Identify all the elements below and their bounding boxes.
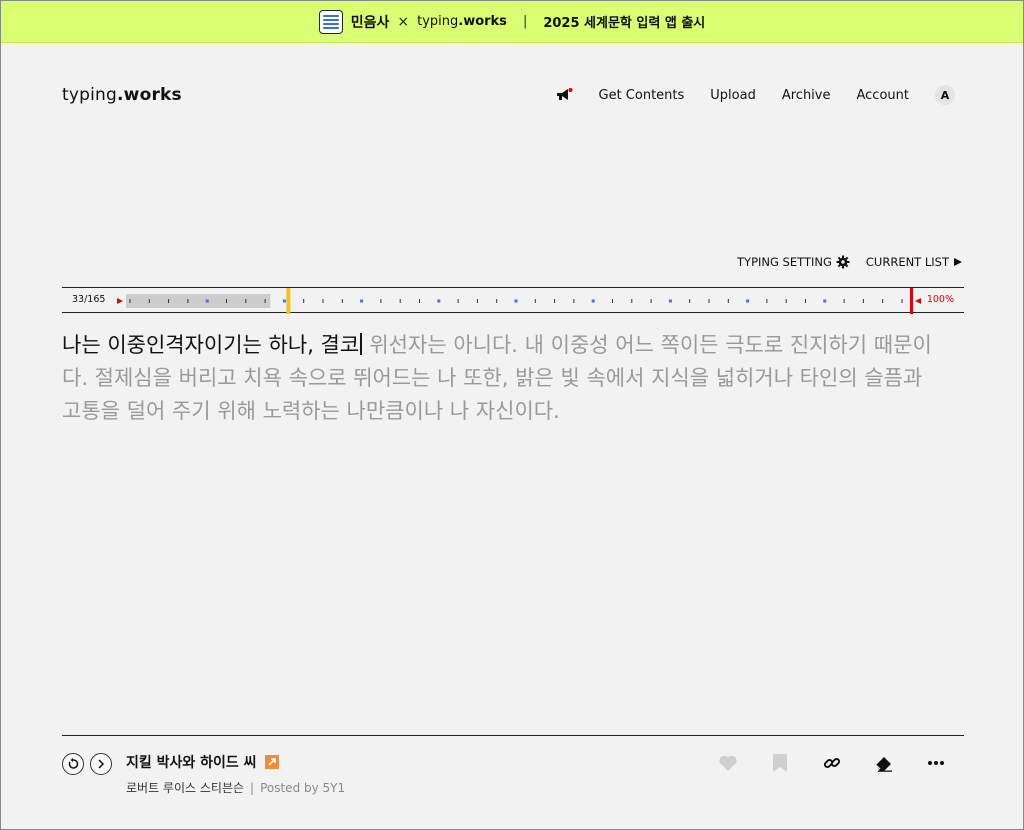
bookmark-icon <box>773 754 787 772</box>
eraser-icon <box>875 757 892 772</box>
nav-get-contents[interactable]: Get Contents <box>599 88 685 103</box>
current-position-marker <box>286 288 291 314</box>
track-tick-major <box>514 299 518 303</box>
track-tick <box>129 299 131 303</box>
book-footer: 지킬 박사와 하이드 씨 로버트 루이스 스티븐슨 | Posted by 5Y1 <box>62 749 964 809</box>
book-title-text: 지킬 박사와 하이드 씨 <box>126 755 257 771</box>
track-tick <box>785 299 787 303</box>
gear-icon <box>836 255 850 269</box>
nav-archive[interactable]: Archive <box>782 88 831 103</box>
site-logo[interactable]: typing.works <box>62 85 182 105</box>
track-tick <box>534 299 536 303</box>
times-sign: × <box>397 13 410 30</box>
track-tick-major <box>205 299 209 303</box>
book-meta: 로버트 루이스 스티븐슨 | Posted by 5Y1 <box>126 779 345 796</box>
banner-separator: | <box>522 14 528 29</box>
typing-setting-button[interactable]: TYPING SETTING <box>737 255 850 269</box>
track-tick <box>727 299 729 303</box>
track-tick-major <box>823 299 827 303</box>
progress-ticks <box>117 288 921 314</box>
track-tick-major <box>668 299 672 303</box>
end-arrow-icon <box>915 298 921 304</box>
book-author: 로버트 루이스 스티븐슨 <box>126 781 245 795</box>
typed-progress-fill <box>126 294 271 308</box>
track-tick <box>380 299 382 303</box>
track-tick <box>399 299 401 303</box>
partner-logo-icon <box>318 9 343 34</box>
track-tick <box>573 299 575 303</box>
track-tick <box>689 299 691 303</box>
link-button[interactable] <box>820 751 844 775</box>
typing-toolbar: TYPING SETTING CURRENT LIST <box>737 255 963 269</box>
track-tick-major <box>360 299 364 303</box>
banner-promo-text: 2025 세계문학 입력 앱 출시 <box>543 16 706 31</box>
track-tick-major <box>437 299 441 303</box>
book-title[interactable]: 지킬 박사와 하이드 씨 <box>126 752 279 772</box>
track-tick <box>226 299 227 303</box>
text-caret <box>360 333 362 355</box>
track-tick <box>148 299 150 303</box>
track-tick <box>457 299 459 303</box>
track-tick <box>708 299 710 303</box>
main-nav: Get Contents Upload Archive Account A <box>555 85 955 105</box>
external-link-icon[interactable] <box>264 755 279 769</box>
meta-separator: | <box>250 781 255 795</box>
posted-by: Posted by 5Y1 <box>260 781 346 795</box>
current-list-button[interactable]: CURRENT LIST <box>866 255 963 269</box>
track-tick-major <box>591 299 595 303</box>
track-tick <box>862 299 864 303</box>
end-marker <box>910 288 913 314</box>
bookmark-button[interactable] <box>768 751 792 775</box>
current-list-label: CURRENT LIST <box>865 255 949 269</box>
heart-button[interactable] <box>716 751 740 775</box>
nav-account[interactable]: Account <box>857 88 910 103</box>
track-tick <box>264 299 266 303</box>
track-tick <box>766 299 768 303</box>
track-tick <box>843 299 845 303</box>
avatar[interactable]: A <box>935 85 955 105</box>
track-tick <box>341 299 343 303</box>
chevron-right-icon <box>98 759 105 769</box>
track-tick <box>322 299 324 303</box>
megaphone-icon[interactable] <box>555 87 573 103</box>
typing-setting-label: TYPING SETTING <box>737 255 832 269</box>
heart-icon <box>719 755 737 771</box>
track-tick <box>303 299 305 303</box>
link-icon <box>823 757 841 769</box>
track-tick <box>650 299 652 303</box>
track-tick <box>245 299 247 303</box>
track-tick <box>496 299 498 303</box>
track-tick-major <box>746 299 750 303</box>
restart-button[interactable] <box>62 753 84 775</box>
promo-banner[interactable]: 민음사 × typing.works | 2025 세계문학 입력 앱 출시 <box>1 1 1023 43</box>
track-tick <box>631 299 633 303</box>
track-tick-major <box>282 299 286 303</box>
track-tick <box>476 299 478 303</box>
restart-icon <box>68 758 79 769</box>
progress-percent: 100% <box>926 294 954 305</box>
eraser-button[interactable] <box>872 751 896 775</box>
track-tick <box>168 299 170 303</box>
more-icon <box>928 761 944 765</box>
track-tick <box>554 299 556 303</box>
progress-track[interactable]: 33/165 100% <box>62 287 964 314</box>
track-tick <box>901 299 903 303</box>
nav-upload[interactable]: Upload <box>710 88 756 103</box>
footer-divider <box>62 735 964 736</box>
typing-text-area[interactable]: 나는 이중인격자이기는 하나, 결코 위선자는 아니다. 내 이중성 어느 쪽이… <box>62 329 942 428</box>
track-tick <box>612 299 613 303</box>
track-tick <box>187 299 189 303</box>
play-triangle-icon <box>954 258 962 266</box>
more-button[interactable] <box>924 751 948 775</box>
action-bar <box>716 751 948 775</box>
start-arrow-icon <box>117 298 123 304</box>
partner-name: 민음사 <box>350 14 390 31</box>
next-button[interactable] <box>90 753 112 775</box>
banner-brand: typing.works <box>417 14 507 29</box>
track-tick <box>419 299 420 303</box>
track-tick <box>882 299 884 303</box>
track-tick <box>805 299 806 303</box>
typed-text: 나는 이중인격자이기는 하나, 결코 <box>62 333 360 357</box>
